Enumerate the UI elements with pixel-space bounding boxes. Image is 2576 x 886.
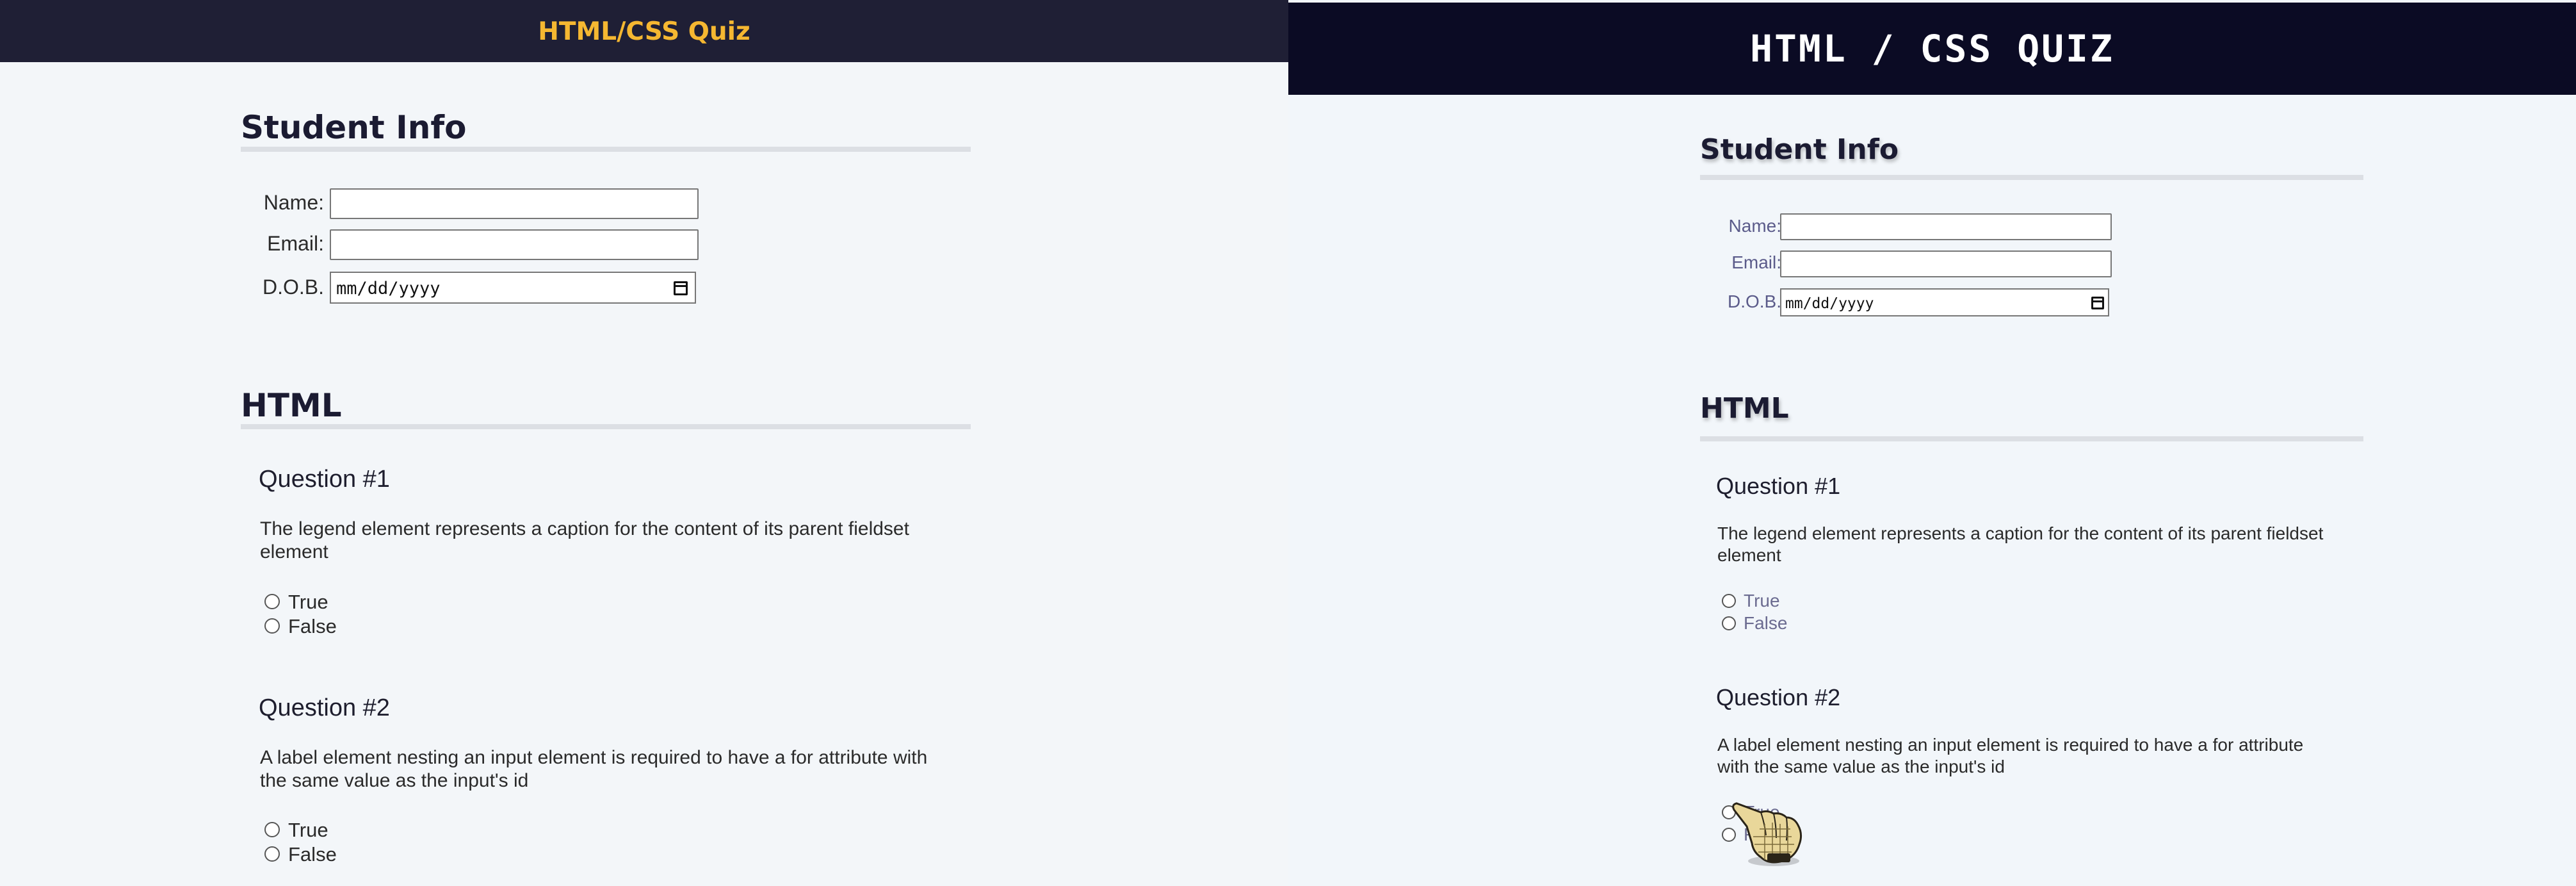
dob-input[interactable]: mm/dd/yyyy (330, 272, 696, 304)
name-input[interactable] (330, 188, 699, 219)
header-title: HTML/CSS Quiz (538, 17, 750, 46)
pointing-hand-cursor-icon (1732, 802, 1802, 866)
radio-true[interactable] (1722, 594, 1736, 608)
question-title: Question #1 (1716, 473, 1841, 499)
student-info-heading: Student Info (1700, 133, 1899, 166)
radio-true[interactable] (264, 822, 280, 837)
option-label: True (288, 819, 328, 841)
page-header: HTML/CSS Quiz (0, 0, 1288, 62)
question-text: The legend element represents a caption … (1717, 523, 2324, 565)
option-label: True (1744, 591, 1780, 611)
option-label: True (288, 591, 328, 613)
question-text: A label element nesting an input element… (260, 747, 928, 791)
question-title: Question #2 (1716, 684, 1841, 710)
section-divider (1700, 175, 2363, 180)
left-quiz-page: HTML/CSS Quiz Student Info Name: Email: … (0, 0, 1288, 886)
email-input[interactable] (1780, 250, 2112, 277)
html-section-heading: HTML (1700, 392, 1789, 425)
calendar-icon[interactable] (2091, 297, 2104, 309)
radio-false[interactable] (264, 846, 280, 862)
dob-placeholder: mm/dd/yyyy (336, 279, 441, 299)
option-label: False (1744, 613, 1788, 633)
right-quiz-page: HTML / CSS QUIZ Student Info Name: Email… (1288, 0, 2576, 886)
name-label: Name: (263, 191, 324, 214)
dob-label: D.O.B. (262, 275, 324, 299)
name-label: Name: (1728, 216, 1781, 236)
email-label: Email: (267, 232, 324, 255)
question-title: Question #1 (259, 466, 390, 493)
dob-input[interactable]: mm/dd/yyyy (1780, 288, 2109, 316)
header-title: HTML / CSS QUIZ (1750, 27, 2114, 70)
student-info-heading: Student Info (241, 109, 467, 146)
option-label: False (288, 615, 337, 637)
question-text: A label element nesting an input element… (1717, 735, 2304, 776)
radio-true[interactable] (264, 594, 280, 609)
section-divider (1700, 436, 2363, 441)
calendar-icon[interactable] (674, 281, 688, 295)
option-label: False (288, 843, 337, 865)
html-section-heading: HTML (241, 387, 342, 424)
question-text: The legend element represents a caption … (260, 518, 909, 562)
email-input[interactable] (330, 229, 699, 260)
dob-label: D.O.B. (1727, 291, 1781, 311)
email-label: Email: (1731, 252, 1781, 272)
page-header: HTML / CSS QUIZ (1288, 3, 2576, 95)
question-title: Question #2 (259, 694, 390, 721)
name-input[interactable] (1780, 213, 2112, 240)
radio-false[interactable] (1722, 616, 1736, 630)
section-divider (241, 424, 971, 429)
section-divider (241, 147, 971, 152)
dob-placeholder: mm/dd/yyyy (1785, 295, 1874, 312)
radio-false[interactable] (264, 618, 280, 634)
